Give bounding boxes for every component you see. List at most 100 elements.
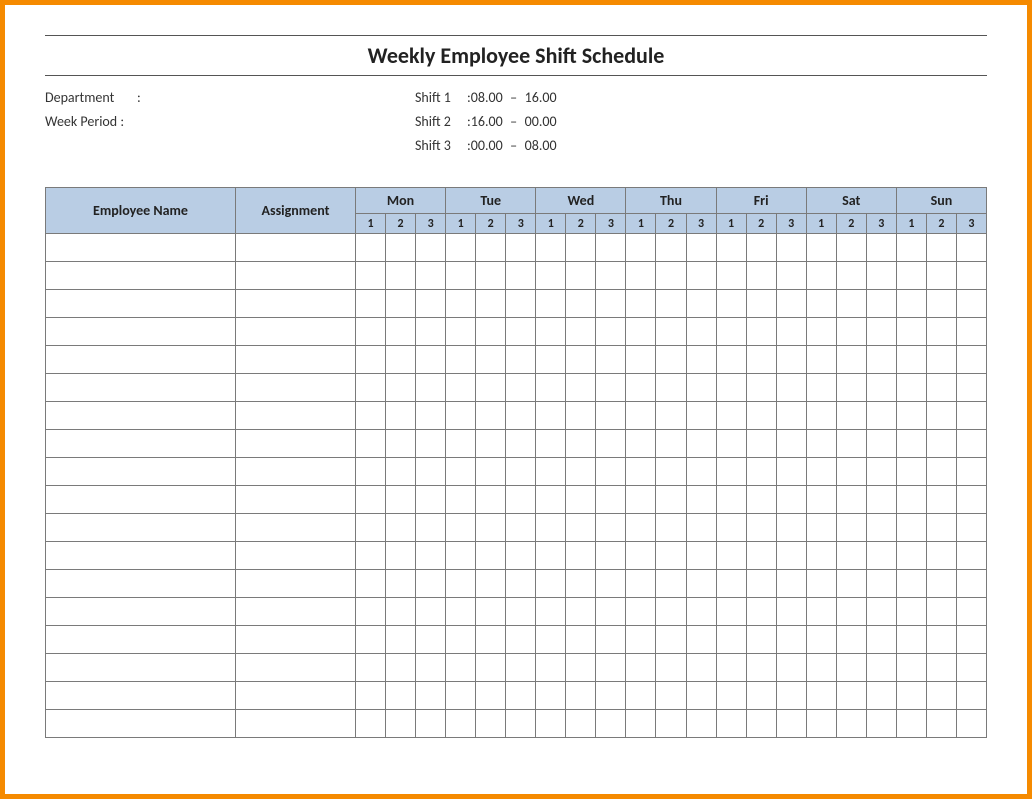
shift-cell[interactable] <box>566 542 596 570</box>
shift-cell[interactable] <box>686 626 716 654</box>
shift-cell[interactable] <box>386 682 416 710</box>
shift-cell[interactable] <box>866 318 896 346</box>
shift-cell[interactable] <box>896 234 926 262</box>
shift-cell[interactable] <box>536 402 566 430</box>
shift-cell[interactable] <box>656 262 686 290</box>
shift-cell[interactable] <box>776 486 806 514</box>
shift-cell[interactable] <box>506 598 536 626</box>
shift-cell[interactable] <box>566 682 596 710</box>
shift-cell[interactable] <box>416 598 446 626</box>
shift-cell[interactable] <box>776 626 806 654</box>
shift-cell[interactable] <box>866 598 896 626</box>
shift-cell[interactable] <box>686 402 716 430</box>
employee-name-cell[interactable] <box>46 542 236 570</box>
shift-cell[interactable] <box>896 486 926 514</box>
shift-cell[interactable] <box>746 654 776 682</box>
employee-name-cell[interactable] <box>46 486 236 514</box>
shift-cell[interactable] <box>416 570 446 598</box>
shift-cell[interactable] <box>656 654 686 682</box>
shift-cell[interactable] <box>716 262 746 290</box>
shift-cell[interactable] <box>896 346 926 374</box>
shift-cell[interactable] <box>596 234 626 262</box>
shift-cell[interactable] <box>686 262 716 290</box>
shift-cell[interactable] <box>896 682 926 710</box>
shift-cell[interactable] <box>506 486 536 514</box>
shift-cell[interactable] <box>836 346 866 374</box>
shift-cell[interactable] <box>866 458 896 486</box>
shift-cell[interactable] <box>506 542 536 570</box>
shift-cell[interactable] <box>416 542 446 570</box>
shift-cell[interactable] <box>836 514 866 542</box>
shift-cell[interactable] <box>746 682 776 710</box>
assignment-cell[interactable] <box>236 682 356 710</box>
shift-cell[interactable] <box>926 542 956 570</box>
shift-cell[interactable] <box>386 290 416 318</box>
shift-cell[interactable] <box>716 290 746 318</box>
shift-cell[interactable] <box>806 402 836 430</box>
shift-cell[interactable] <box>536 542 566 570</box>
shift-cell[interactable] <box>836 682 866 710</box>
shift-cell[interactable] <box>806 234 836 262</box>
shift-cell[interactable] <box>506 682 536 710</box>
shift-cell[interactable] <box>356 570 386 598</box>
shift-cell[interactable] <box>836 290 866 318</box>
shift-cell[interactable] <box>776 570 806 598</box>
shift-cell[interactable] <box>896 290 926 318</box>
shift-cell[interactable] <box>476 318 506 346</box>
shift-cell[interactable] <box>446 318 476 346</box>
shift-cell[interactable] <box>506 458 536 486</box>
shift-cell[interactable] <box>896 318 926 346</box>
shift-cell[interactable] <box>356 430 386 458</box>
employee-name-cell[interactable] <box>46 374 236 402</box>
shift-cell[interactable] <box>446 682 476 710</box>
shift-cell[interactable] <box>806 318 836 346</box>
assignment-cell[interactable] <box>236 570 356 598</box>
employee-name-cell[interactable] <box>46 290 236 318</box>
shift-cell[interactable] <box>386 458 416 486</box>
employee-name-cell[interactable] <box>46 402 236 430</box>
shift-cell[interactable] <box>476 598 506 626</box>
shift-cell[interactable] <box>896 710 926 738</box>
shift-cell[interactable] <box>626 710 656 738</box>
shift-cell[interactable] <box>536 654 566 682</box>
assignment-cell[interactable] <box>236 514 356 542</box>
shift-cell[interactable] <box>386 234 416 262</box>
assignment-cell[interactable] <box>236 346 356 374</box>
shift-cell[interactable] <box>626 514 656 542</box>
shift-cell[interactable] <box>926 626 956 654</box>
shift-cell[interactable] <box>866 346 896 374</box>
shift-cell[interactable] <box>836 542 866 570</box>
shift-cell[interactable] <box>386 346 416 374</box>
shift-cell[interactable] <box>386 710 416 738</box>
assignment-cell[interactable] <box>236 374 356 402</box>
shift-cell[interactable] <box>686 654 716 682</box>
shift-cell[interactable] <box>836 570 866 598</box>
shift-cell[interactable] <box>926 682 956 710</box>
shift-cell[interactable] <box>746 710 776 738</box>
shift-cell[interactable] <box>536 290 566 318</box>
shift-cell[interactable] <box>506 346 536 374</box>
shift-cell[interactable] <box>896 542 926 570</box>
shift-cell[interactable] <box>686 430 716 458</box>
shift-cell[interactable] <box>356 514 386 542</box>
shift-cell[interactable] <box>596 654 626 682</box>
shift-cell[interactable] <box>386 542 416 570</box>
shift-cell[interactable] <box>626 290 656 318</box>
shift-cell[interactable] <box>626 486 656 514</box>
shift-cell[interactable] <box>506 402 536 430</box>
shift-cell[interactable] <box>506 262 536 290</box>
shift-cell[interactable] <box>596 458 626 486</box>
shift-cell[interactable] <box>926 710 956 738</box>
employee-name-cell[interactable] <box>46 234 236 262</box>
shift-cell[interactable] <box>926 262 956 290</box>
shift-cell[interactable] <box>476 290 506 318</box>
shift-cell[interactable] <box>656 514 686 542</box>
shift-cell[interactable] <box>416 682 446 710</box>
employee-name-cell[interactable] <box>46 346 236 374</box>
employee-name-cell[interactable] <box>46 626 236 654</box>
shift-cell[interactable] <box>566 654 596 682</box>
shift-cell[interactable] <box>956 374 986 402</box>
shift-cell[interactable] <box>566 710 596 738</box>
shift-cell[interactable] <box>416 486 446 514</box>
shift-cell[interactable] <box>506 654 536 682</box>
